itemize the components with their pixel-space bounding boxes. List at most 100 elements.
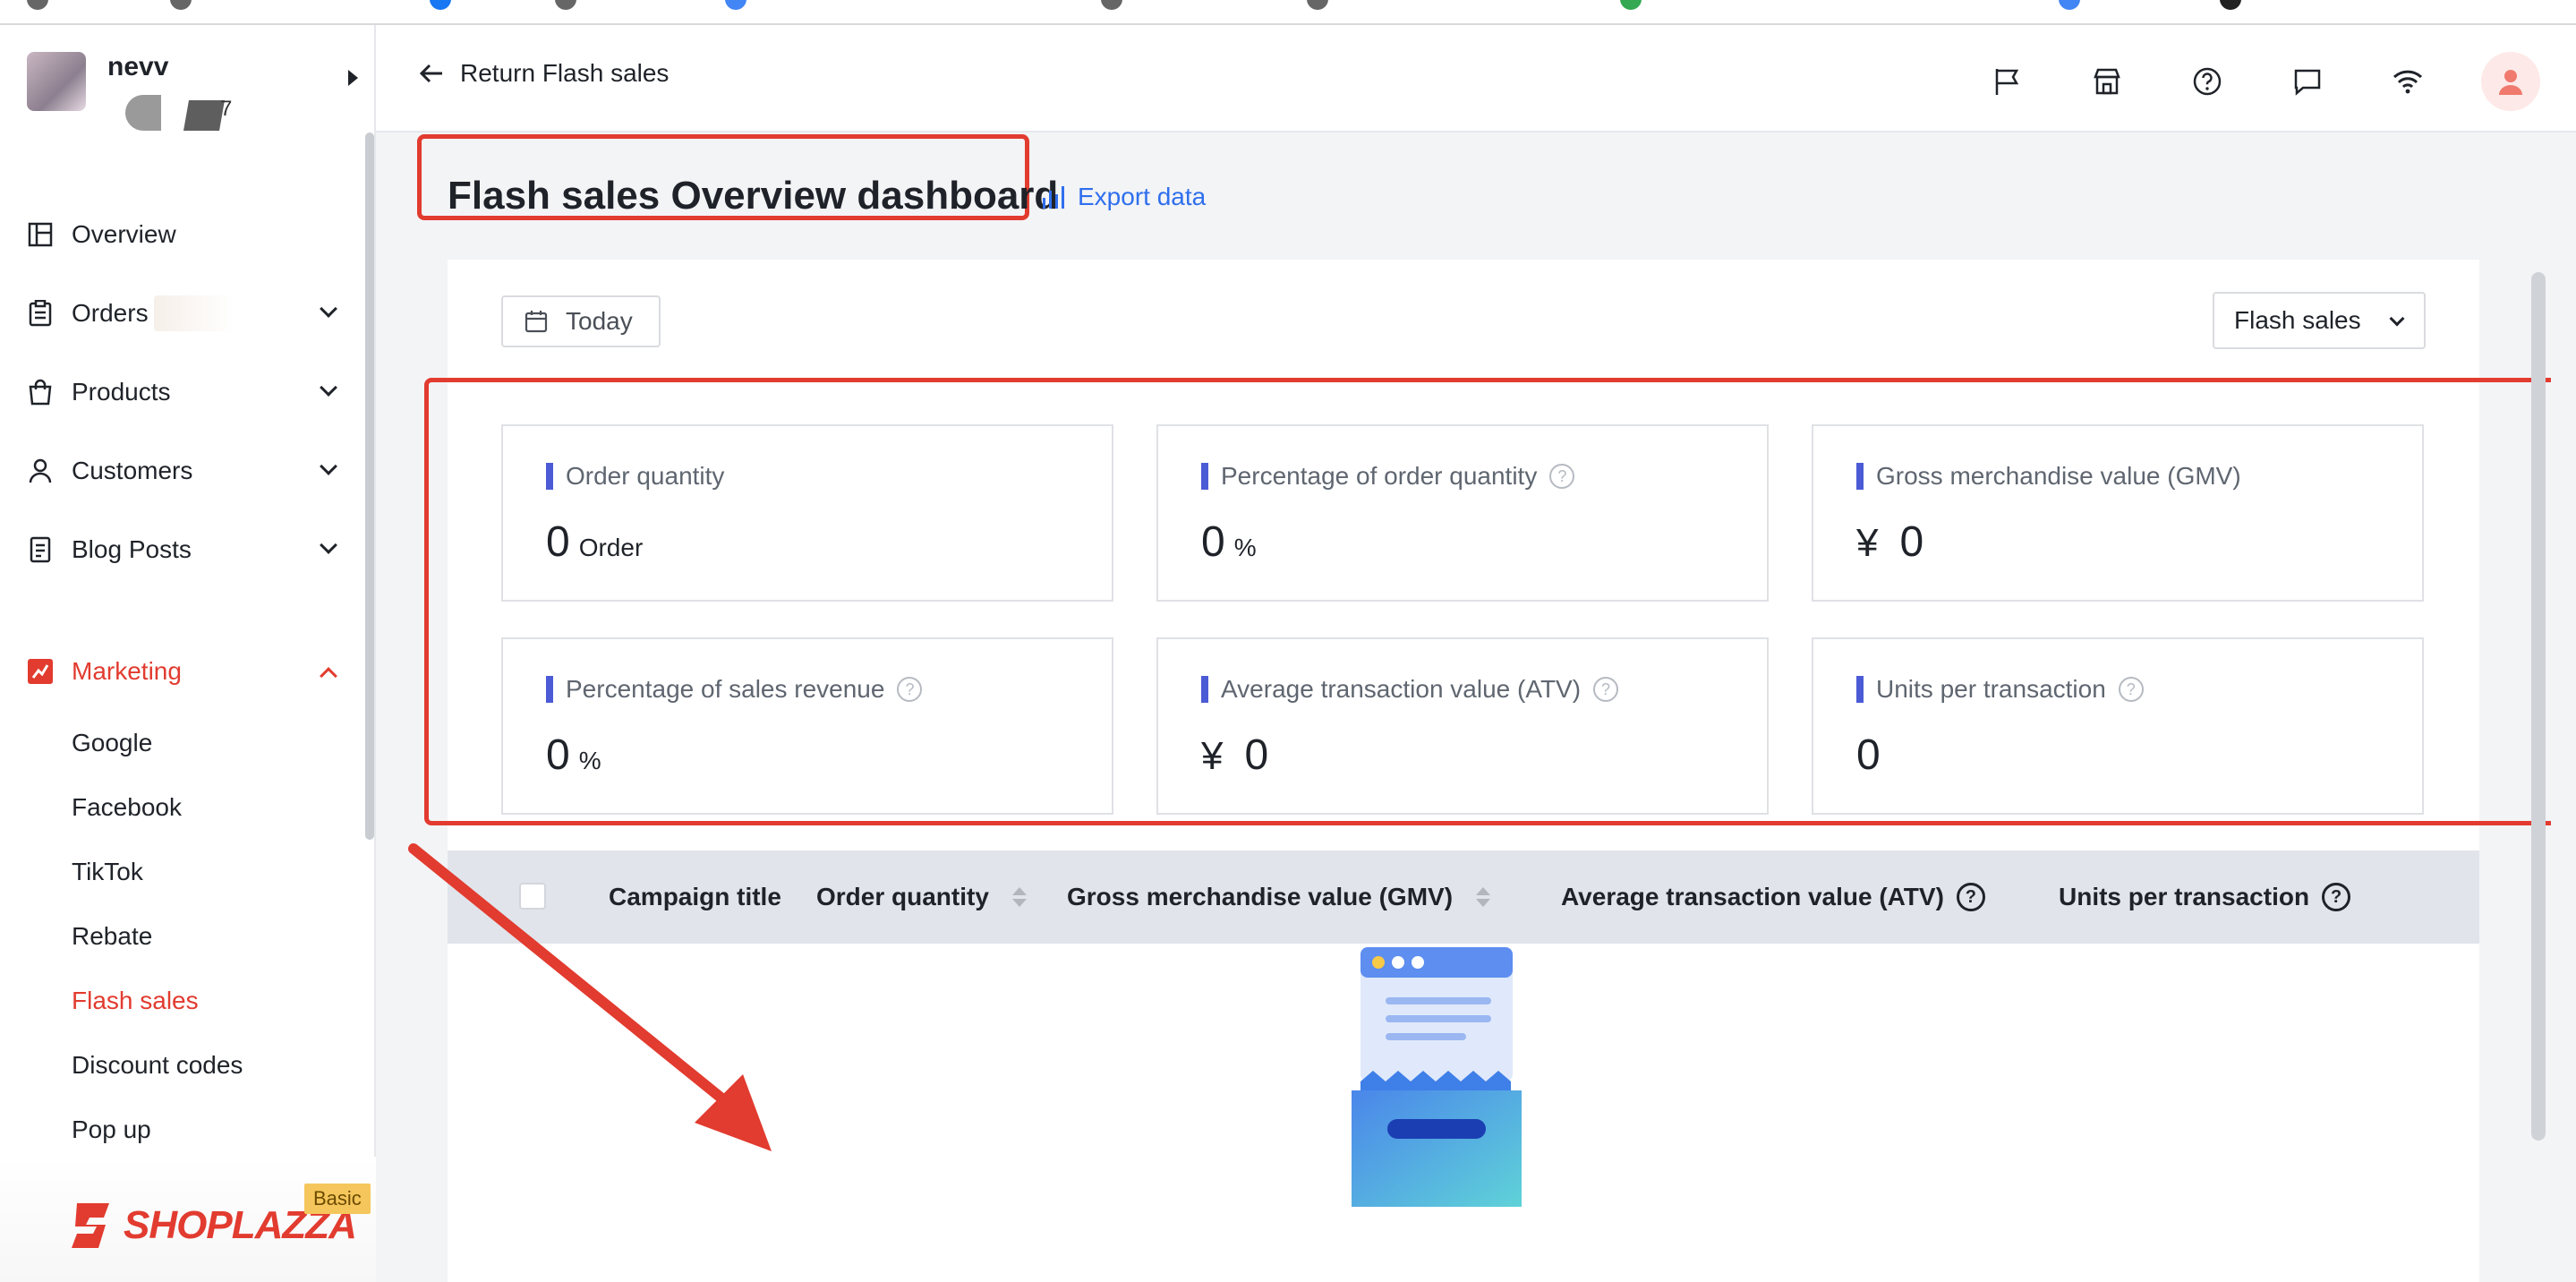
metric-card-order-percentage: Percentage of order quantity? 0% xyxy=(1156,424,1769,602)
select-all-checkbox[interactable] xyxy=(519,883,546,910)
metric-card-gmv: Gross merchandise value (GMV) ¥0 xyxy=(1812,424,2424,602)
column-order-quantity[interactable]: Order quantity xyxy=(816,883,1027,911)
bookmark[interactable] xyxy=(1620,0,1642,11)
campaign-select[interactable]: Flash sales xyxy=(2213,292,2426,349)
question-circle-icon[interactable]: ? xyxy=(897,677,923,702)
store-sub-info: 7 xyxy=(98,91,232,131)
bookmark[interactable] xyxy=(1307,0,1328,11)
sidebar-item-blog-posts[interactable]: Blog Posts xyxy=(0,510,367,589)
question-circle-icon[interactable]: ? xyxy=(1549,464,1575,489)
sidebar-item-label: Products xyxy=(72,378,171,406)
chevron-down-icon xyxy=(320,536,337,554)
column-label: Campaign title xyxy=(609,883,781,910)
column-units-per-transaction[interactable]: Units per transaction ? xyxy=(2059,883,2351,911)
sidebar-item-label: Customers xyxy=(72,457,193,484)
sidebar-item-orders[interactable]: Orders xyxy=(0,274,367,353)
sidebar-item-products[interactable]: Products xyxy=(0,353,367,432)
flag-icon[interactable] xyxy=(1980,55,2034,108)
sidebar-item-overview[interactable]: Overview xyxy=(0,195,367,274)
chat-icon[interactable] xyxy=(2281,55,2334,108)
bookmark[interactable] xyxy=(430,0,451,11)
sidebar-item-customers[interactable]: Customers xyxy=(0,432,367,510)
wifi-icon[interactable] xyxy=(2381,55,2435,108)
return-label: Return Flash sales xyxy=(460,59,670,87)
column-atv[interactable]: Average transaction value (ATV) ? xyxy=(1561,883,1985,911)
column-gmv[interactable]: Gross merchandise value (GMV) xyxy=(1067,883,1491,911)
sidebar-subitem-facebook[interactable]: Facebook xyxy=(0,775,367,840)
store-switcher[interactable]: nevv 7 xyxy=(27,52,358,132)
empty-state-illustration xyxy=(1307,911,1540,1207)
shopping-bag-icon xyxy=(27,379,54,406)
sidebar-subitem-tiktok[interactable]: TikTok xyxy=(0,840,367,904)
bookmark[interactable] xyxy=(27,0,48,11)
export-data-link[interactable]: Export data xyxy=(1040,183,1206,211)
help-icon[interactable] xyxy=(2180,55,2234,108)
store-icon[interactable] xyxy=(2080,55,2134,108)
bookmark[interactable] xyxy=(1101,0,1122,11)
return-link[interactable]: Return Flash sales xyxy=(419,59,669,88)
metric-currency: ¥ xyxy=(1201,734,1224,778)
date-label: Today xyxy=(566,307,633,335)
metric-label: Units per transaction xyxy=(1876,675,2106,703)
export-label: Export data xyxy=(1078,183,1207,210)
marketing-icon xyxy=(27,658,54,685)
sidebar: nevv 7 Overview Orders Products Customer… xyxy=(0,25,376,1282)
sidebar-scrollbar[interactable] xyxy=(365,132,374,840)
browser-bookmarks-bar xyxy=(0,0,2576,25)
sort-icon[interactable] xyxy=(1011,887,1027,907)
user-avatar-icon[interactable] xyxy=(2481,52,2540,111)
metric-value: 0 xyxy=(1899,518,1924,566)
metric-value: 0 xyxy=(1244,731,1269,779)
question-circle-icon[interactable]: ? xyxy=(2118,677,2144,702)
bookmark[interactable] xyxy=(555,0,576,11)
sidebar-subitem-discount-codes[interactable]: Discount codes xyxy=(0,1033,367,1098)
question-circle-icon[interactable]: ? xyxy=(1956,883,1985,911)
bookmark[interactable] xyxy=(170,0,192,11)
chevron-up-icon xyxy=(320,667,337,685)
chevron-down-icon xyxy=(320,379,337,397)
sort-icon[interactable] xyxy=(1476,887,1491,907)
main-scrollbar[interactable] xyxy=(2531,272,2546,1141)
chevron-down-icon xyxy=(2389,311,2405,327)
metric-label: Percentage of sales revenue xyxy=(566,675,885,703)
metric-card-atv: Average transaction value (ATV)? ¥0 xyxy=(1156,637,1769,815)
question-circle-icon[interactable]: ? xyxy=(1593,677,1619,702)
chevron-down-icon xyxy=(320,457,337,475)
bookmark[interactable] xyxy=(2059,0,2080,11)
column-label: Gross merchandise value (GMV) xyxy=(1067,883,1454,910)
store-name: nevv xyxy=(107,52,169,81)
shoplazza-mark-icon xyxy=(72,1203,109,1248)
metric-unit: Order xyxy=(578,534,644,561)
clipboard-icon xyxy=(27,300,54,327)
store-sub-number: 7 xyxy=(220,97,233,121)
metric-unit: % xyxy=(578,747,601,774)
calendar-icon xyxy=(525,311,548,333)
sidebar-item-label: Blog Posts xyxy=(72,535,192,563)
chevron-down-icon xyxy=(320,300,337,318)
sidebar-subitem-flash-sales[interactable]: Flash sales xyxy=(0,969,367,1033)
sidebar-item-label: Overview xyxy=(72,220,176,248)
metric-currency: ¥ xyxy=(1856,521,1879,565)
question-circle-icon[interactable]: ? xyxy=(2322,883,2351,911)
sidebar-item-marketing[interactable]: Marketing xyxy=(0,632,367,711)
metric-label: Average transaction value (ATV) xyxy=(1221,675,1582,703)
sidebar-subitem-rebate[interactable]: Rebate xyxy=(0,904,367,969)
metric-accent-bar xyxy=(546,676,553,703)
metric-value: 0 xyxy=(546,518,570,566)
sidebar-item-label: Orders xyxy=(72,299,149,327)
caret-right-icon[interactable] xyxy=(348,70,358,86)
metric-accent-bar xyxy=(1856,676,1864,703)
sidebar-subitem-pop-up[interactable]: Pop up xyxy=(0,1098,367,1162)
sidebar-subitem-google[interactable]: Google xyxy=(0,711,367,775)
date-picker-button[interactable]: Today xyxy=(501,295,661,347)
bookmark[interactable] xyxy=(725,0,746,11)
column-campaign-title[interactable]: Campaign title xyxy=(609,883,781,911)
metric-value: 0 xyxy=(1856,731,1881,779)
main-content: Flash sales Overview dashboard Export da… xyxy=(376,132,2551,1282)
bookmark[interactable] xyxy=(2220,0,2241,11)
column-label: Order quantity xyxy=(816,883,989,910)
campaign-select-value: Flash sales xyxy=(2234,306,2361,334)
metric-accent-bar xyxy=(1856,463,1864,490)
metric-accent-bar xyxy=(1201,676,1208,703)
metric-card-units-per-transaction: Units per transaction? 0 xyxy=(1812,637,2424,815)
